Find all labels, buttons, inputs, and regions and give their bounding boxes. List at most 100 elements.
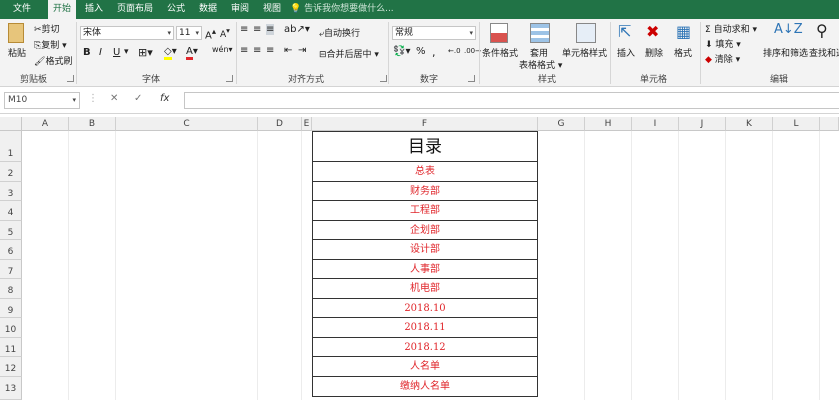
formula-input[interactable] [184,92,839,109]
format-cells-button[interactable]: 格式 [674,46,692,59]
wrap-text-button[interactable]: ⤶自动换行 [319,26,360,39]
sheet-link-cell[interactable]: 2018.11 [312,318,538,338]
row-header-6[interactable]: 6 [0,240,22,260]
column-header-g[interactable]: G [538,117,585,131]
comma-button[interactable]: , [432,46,436,59]
sheet-link-cell[interactable]: 机电部 [312,279,538,299]
font-size-select[interactable]: 11 ▾ [176,26,202,40]
row-header-1[interactable]: 1 [0,131,22,162]
find-select-button[interactable]: 查找和选 [809,46,839,59]
sheet-link-cell[interactable]: 企划部 [312,221,538,240]
row-header-7[interactable]: 7 [0,260,22,279]
row-header-8[interactable]: 8 [0,279,22,299]
enter-icon[interactable]: ✓ [134,93,142,104]
insert-cells-button[interactable]: 插入 [617,46,635,59]
cell-styles-button[interactable]: 单元格样式 [562,46,607,59]
row-header-13[interactable]: 13 [0,377,22,400]
row-header-10[interactable]: 10 [0,318,22,338]
column-header-k[interactable]: K [726,117,773,131]
align-left-icon[interactable]: ≡ [240,45,248,56]
tab-formulas[interactable]: 公式 [162,0,190,19]
tab-data[interactable]: 数据 [194,0,222,19]
orientation-icon[interactable]: ab↗▾ [284,24,310,35]
format-as-table-line2[interactable]: 表格格式 ▾ [519,58,562,71]
align-right-icon[interactable]: ≡ [266,45,274,56]
increase-decimal-icon[interactable]: ←.0 [448,47,461,55]
underline-button[interactable]: U [113,47,120,58]
alignment-launcher-icon[interactable] [380,75,387,82]
tell-me-box[interactable]: 💡 告诉我你想要做什么... [290,0,394,19]
font-color-icon[interactable]: A▾ [186,46,198,60]
shrink-font-icon[interactable]: A▾ [220,26,230,40]
column-header-h[interactable]: H [585,117,632,131]
sort-filter-button[interactable]: 排序和筛选 [763,46,808,59]
column-header-c[interactable]: C [116,117,258,131]
merge-center-button[interactable]: ⊟合并后居中 ▾ [319,47,379,60]
align-middle-icon[interactable]: ≡ [253,24,261,35]
tab-home[interactable]: 开始 [48,0,77,19]
sheet-link-cell[interactable]: 2018.12 [312,338,538,357]
sheet-link-cell[interactable]: 财务部 [312,182,538,201]
fill-button[interactable]: ⬇ 填充 ▾ [705,37,741,50]
currency-icon[interactable]: 💱▾ [393,46,410,57]
column-header-l[interactable]: L [773,117,820,131]
sheet-link-cell[interactable]: 缴纳人名单 [312,377,538,397]
tab-view[interactable]: 视图 [258,0,286,19]
sheet-link-cell[interactable]: 总表 [312,162,538,182]
bold-button[interactable]: B [83,47,91,58]
row-header-11[interactable]: 11 [0,338,22,357]
delete-cells-button[interactable]: 删除 [645,46,663,59]
fill-color-icon[interactable]: ◇▾ [164,46,177,60]
column-header-d[interactable]: D [258,117,302,131]
row-header-3[interactable]: 3 [0,182,22,201]
format-painter-button[interactable]: 🖌格式刷 [34,54,72,67]
column-header-i[interactable]: I [632,117,679,131]
tab-review[interactable]: 审阅 [226,0,254,19]
paste-icon[interactable] [8,23,24,43]
underline-dropdown-icon[interactable]: ▾ [124,47,129,57]
borders-icon[interactable]: ⊞▾ [138,46,153,59]
column-header-f[interactable]: F [312,117,538,131]
row-header-2[interactable]: 2 [0,162,22,182]
tab-insert[interactable]: 插入 [80,0,108,19]
row-header-12[interactable]: 12 [0,357,22,377]
font-launcher-icon[interactable] [226,75,233,82]
row-header-9[interactable]: 9 [0,299,22,318]
increase-indent-icon[interactable]: ⇥ [298,45,306,56]
autosum-button[interactable]: Σ 自动求和 ▾ [705,22,757,35]
sheet-link-cell[interactable]: 人名单 [312,357,538,377]
table-title-cell[interactable]: 目录 [312,131,538,162]
sheet-link-cell[interactable]: 设计部 [312,240,538,260]
paste-button[interactable]: 粘贴 [8,46,26,59]
select-all-corner[interactable] [0,117,22,131]
insert-function-icon[interactable]: fx [160,93,169,104]
number-launcher-icon[interactable] [468,75,475,82]
copy-button[interactable]: ⎘复制 ▾ [34,38,67,51]
font-name-select[interactable]: 宋体 ▾ [80,26,174,40]
clipboard-launcher-icon[interactable] [67,75,74,82]
percent-button[interactable]: % [416,46,426,57]
column-header-a[interactable]: A [22,117,69,131]
cancel-icon[interactable]: ✕ [110,93,118,104]
italic-button[interactable]: I [99,47,102,58]
align-bottom-icon[interactable]: ≡ [266,24,275,35]
decrease-indent-icon[interactable]: ⇤ [284,45,292,56]
name-box[interactable]: M10 ▾ [4,92,80,109]
align-center-icon[interactable]: ≡ [253,45,261,56]
phonetic-icon[interactable]: wén▾ [212,45,233,54]
tab-page-layout[interactable]: 页面布局 [112,0,158,19]
clear-button[interactable]: ◆ 清除 ▾ [705,52,740,65]
row-header-4[interactable]: 4 [0,201,22,221]
sheet-link-cell[interactable]: 工程部 [312,201,538,221]
row-header-5[interactable]: 5 [0,221,22,240]
column-header-m-partial[interactable] [820,117,839,131]
conditional-format-button[interactable]: 条件格式 [482,46,518,59]
sheet-link-cell[interactable]: 人事部 [312,260,538,279]
column-header-b[interactable]: B [69,117,116,131]
align-top-icon[interactable]: ≡ [240,24,248,35]
number-format-select[interactable]: 常规 ▾ [392,26,476,40]
grow-font-icon[interactable]: A▴ [205,26,216,41]
column-header-j[interactable]: J [679,117,726,131]
sheet-link-cell[interactable]: 2018.10 [312,299,538,318]
tab-file[interactable]: 文件 [8,0,36,19]
